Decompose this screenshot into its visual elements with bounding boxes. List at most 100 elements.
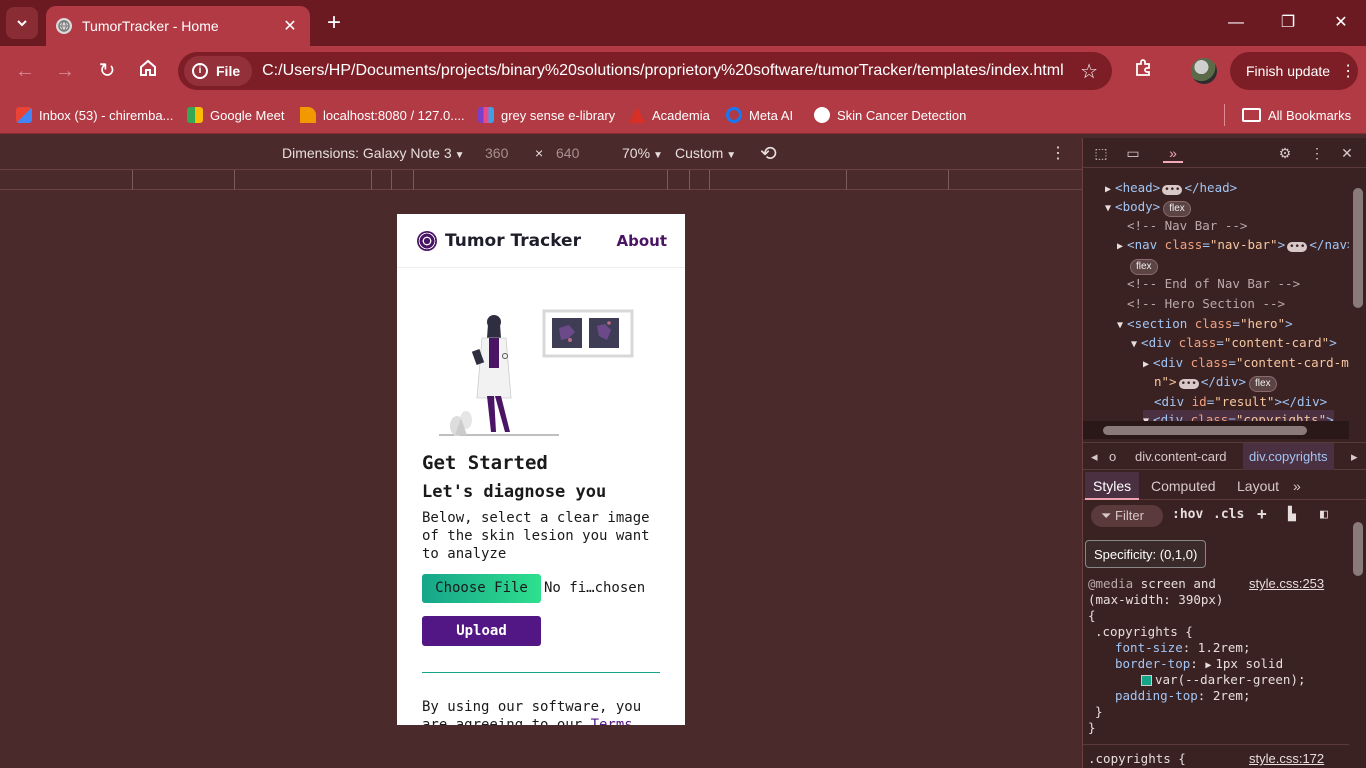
bookmark-label: localhost:8080 / 127.0.... <box>323 107 465 123</box>
elements-hscrollbar[interactable] <box>1083 421 1349 439</box>
specificity-tooltip: Specificity: (0,1,0) <box>1085 540 1207 568</box>
more-style-tabs-icon[interactable]: » <box>1293 478 1301 494</box>
url-text[interactable]: C:/Users/HP/Documents/projects/binary%20… <box>262 62 1080 80</box>
bookmark-academia[interactable]: Academia <box>629 104 710 126</box>
elements-vscrollbar[interactable] <box>1349 168 1366 418</box>
color-swatch[interactable] <box>1141 675 1152 686</box>
media-query-ruler <box>0 170 1082 190</box>
scroll-thumb[interactable] <box>1353 522 1363 576</box>
more-options-icon[interactable]: ⋮ <box>1050 143 1066 163</box>
settings-gear-icon[interactable]: ⚙ <box>1275 143 1295 163</box>
profile-avatar[interactable] <box>1191 58 1217 84</box>
cls-toggle[interactable]: .cls <box>1213 507 1244 522</box>
brand-name[interactable]: Tumor Tracker <box>445 231 616 251</box>
terms-link[interactable]: Terms <box>591 717 633 725</box>
device-toggle-icon[interactable]: ▭ <box>1123 143 1143 163</box>
css-declaration[interactable]: padding-top: 2rem; <box>1115 688 1251 704</box>
upload-button[interactable]: Upload <box>422 616 541 646</box>
scroll-thumb[interactable] <box>1353 188 1363 308</box>
dom-comment[interactable]: <!-- Hero Section --> <box>1127 294 1285 313</box>
site-info-chip[interactable]: i File <box>184 56 253 86</box>
bookmark-gmail[interactable]: Inbox (53) - chiremba... <box>16 104 173 126</box>
choose-file-button[interactable]: Choose File <box>422 574 541 603</box>
crumb-item[interactable]: div.content-card <box>1135 449 1227 464</box>
back-button[interactable]: ← <box>12 58 38 84</box>
dom-node-content-card-main[interactable]: ▶ <div class="content-card-m <box>1143 353 1349 374</box>
tab-close-icon[interactable]: ✕ <box>280 16 300 36</box>
throttle-select[interactable]: Custom ▼ <box>675 145 736 161</box>
tab-computed[interactable]: Computed <box>1151 478 1216 494</box>
close-devtools-icon[interactable]: ✕ <box>1337 143 1357 163</box>
crumb-item[interactable]: o <box>1109 449 1116 464</box>
flex-badge[interactable]: flex <box>1249 376 1277 392</box>
rotate-icon[interactable]: ⟲ <box>760 141 777 166</box>
tag-name: nav <box>1324 237 1348 252</box>
restore-icon[interactable]: ❐ <box>1273 8 1303 38</box>
attr-name: class <box>1178 335 1217 350</box>
dom-node-content-card-main-cont[interactable]: n"> ••• </div> flex <box>1154 372 1277 392</box>
expand-arrow-icon: ▶ <box>1117 241 1124 252</box>
finish-update-button[interactable]: Finish update ⋮ <box>1230 52 1358 90</box>
bookmark-star-icon[interactable]: ☆ <box>1080 59 1098 84</box>
crumb-item-active[interactable]: div.copyrights <box>1243 443 1334 470</box>
bookmark-meta-ai[interactable]: Meta AI <box>726 104 793 126</box>
flex-badge[interactable]: flex <box>1130 259 1158 275</box>
zoom-select[interactable]: 70% ▼ <box>622 145 663 161</box>
bookmark-skin-cancer[interactable]: Skin Cancer Detection <box>814 104 966 126</box>
paint-icon[interactable]: ▙ <box>1288 507 1296 522</box>
devtools-menu-icon[interactable]: ⋮ <box>1307 143 1327 163</box>
css-value: var(--darker-green); <box>1155 672 1306 687</box>
more-tabs-icon[interactable]: » <box>1163 143 1183 163</box>
dom-comment[interactable]: <!-- End of Nav Bar --> <box>1127 274 1300 293</box>
device-width-input[interactable]: 360 <box>485 145 508 161</box>
attr-name: id <box>1191 394 1207 409</box>
rule-selector[interactable]: .copyrights { <box>1095 624 1193 640</box>
new-tab-button[interactable]: + <box>322 10 346 36</box>
sidebar-toggle-icon[interactable]: ◧ <box>1320 507 1328 522</box>
scroll-thumb[interactable] <box>1103 426 1307 435</box>
styles-filter-input[interactable]: ⏷ Filter <box>1091 505 1163 527</box>
window-close-icon[interactable]: ✕ <box>1326 8 1356 38</box>
forward-button[interactable]: → <box>52 58 78 84</box>
rule-selector[interactable]: .copyrights { <box>1088 751 1186 767</box>
minimize-icon[interactable]: — <box>1221 8 1251 38</box>
dom-node-body[interactable]: ▼ <body> flex <box>1105 197 1191 218</box>
tag-name: body <box>1122 199 1153 214</box>
tab-styles[interactable]: Styles <box>1085 472 1140 500</box>
extensions-icon[interactable] <box>1130 58 1156 84</box>
tab-layout[interactable]: Layout <box>1237 478 1279 494</box>
home-button[interactable] <box>135 58 161 84</box>
about-link[interactable]: About <box>616 232 667 250</box>
dom-node-result[interactable]: <div id="result"></div> <box>1154 392 1327 411</box>
dom-node-head[interactable]: ▶ <head> ••• </head> <box>1105 178 1237 199</box>
reload-button[interactable]: ↻ <box>94 58 120 84</box>
media-query-cont: (max-width: 390px) <box>1088 592 1224 607</box>
dom-node-section[interactable]: ▼ <section class="hero"> <box>1117 314 1293 335</box>
bookmark-localhost[interactable]: localhost:8080 / 127.0.... <box>300 104 465 126</box>
hov-toggle[interactable]: :hov <box>1172 507 1203 522</box>
device-height-input[interactable]: 640 <box>556 145 579 161</box>
css-declaration-cont[interactable]: var(--darker-green); <box>1141 672 1306 688</box>
caret-down-icon: ▼ <box>653 150 663 161</box>
new-rule-icon[interactable]: + <box>1257 504 1267 523</box>
bookmark-google-meet[interactable]: Google Meet <box>187 104 284 126</box>
crumb-next-icon[interactable]: ▸ <box>1351 449 1358 465</box>
rule-source-link[interactable]: style.css:253 <box>1249 576 1324 592</box>
flex-badge[interactable]: flex <box>1163 201 1191 217</box>
tab-search-button[interactable] <box>6 7 38 39</box>
address-bar[interactable]: i File C:/Users/HP/Documents/projects/bi… <box>178 52 1112 90</box>
dom-node-nav[interactable]: ▶<nav class="nav-bar">•••</nav> <box>1117 235 1349 256</box>
rule-source-link[interactable]: style.css:172 <box>1249 751 1324 767</box>
attr-value: "hero" <box>1239 316 1286 331</box>
dom-comment[interactable]: <!-- Nav Bar --> <box>1127 216 1247 235</box>
css-declaration[interactable]: font-size: 1.2rem; <box>1115 640 1250 656</box>
device-dimensions-select[interactable]: Dimensions: Galaxy Note 3 ▼ <box>282 145 465 161</box>
browser-tab[interactable]: TumorTracker - Home ✕ <box>46 6 310 46</box>
bookmark-label: Skin Cancer Detection <box>837 107 967 123</box>
inspect-element-icon[interactable]: ⬚ <box>1091 143 1111 163</box>
crumb-prev-icon[interactable]: ◂ <box>1091 449 1098 465</box>
bookmark-grey-sense[interactable]: grey sense e-library <box>478 104 615 126</box>
dom-node-content-card[interactable]: ▼ <div class="content-card"> <box>1131 333 1337 354</box>
all-bookmarks[interactable]: All Bookmarks <box>1242 104 1351 126</box>
styles-vscrollbar[interactable] <box>1349 500 1366 768</box>
